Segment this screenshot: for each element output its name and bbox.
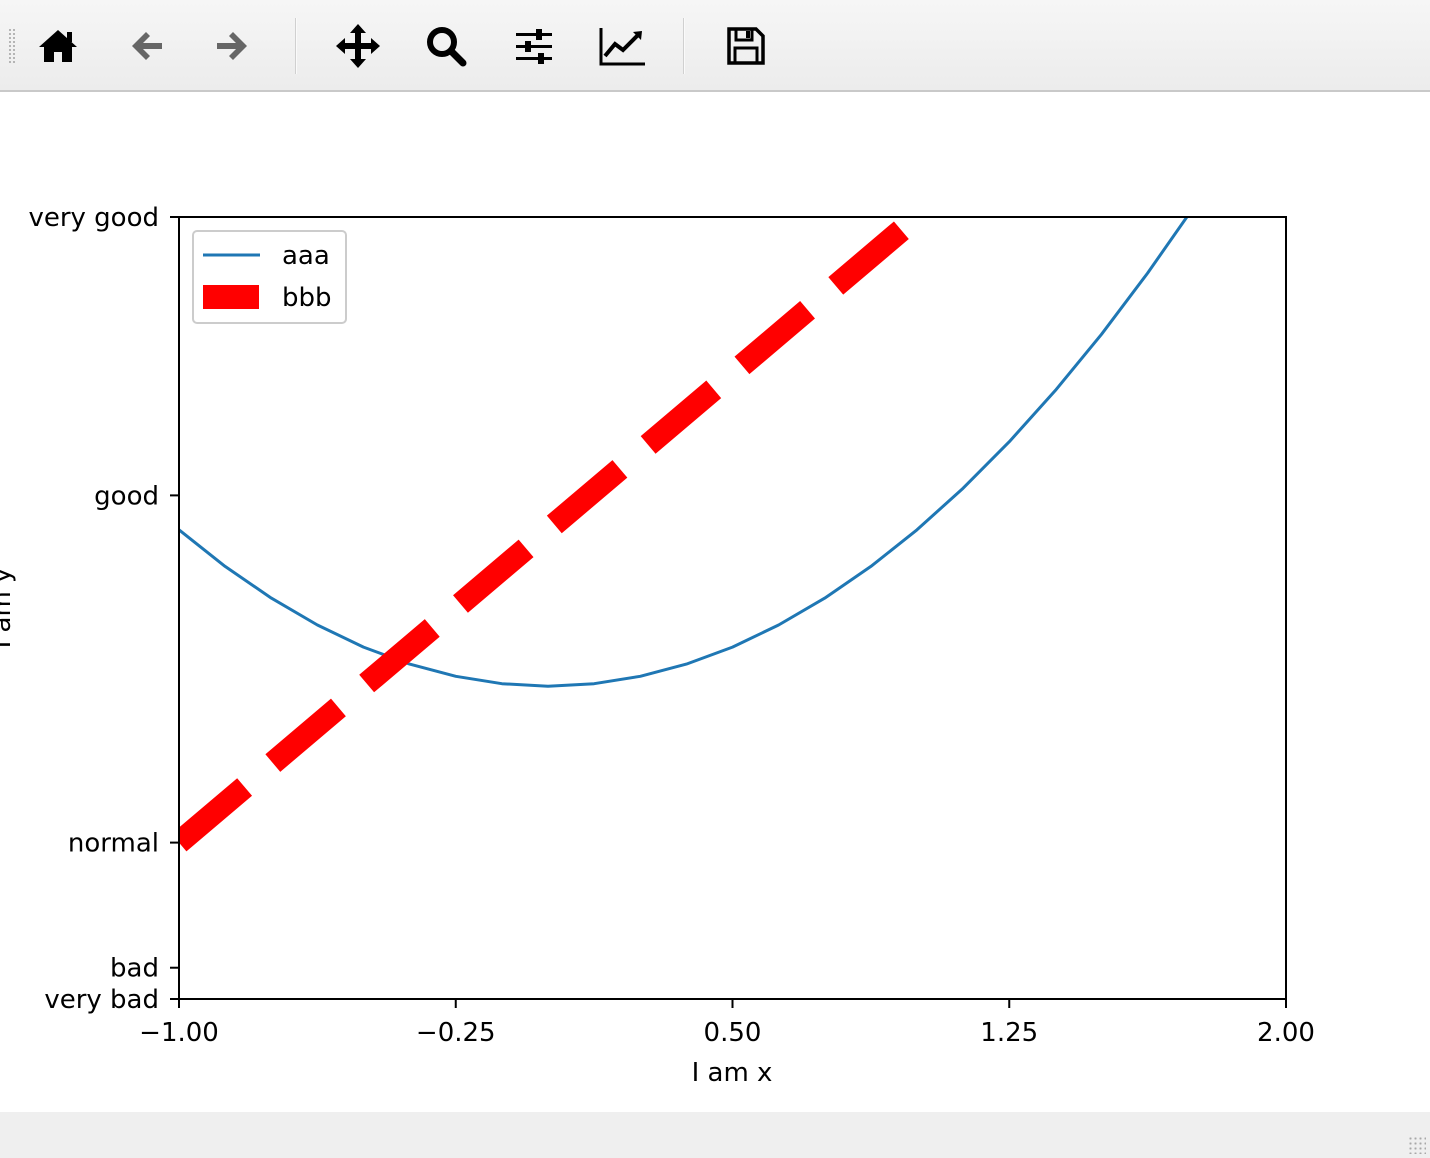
y-tick-label: good: [94, 481, 159, 511]
plot-area[interactable]: −1.00 −0.25 0.50 1.25 2.00 very badbad normal…: [0, 92, 1430, 1112]
y-tick-label: normal: [68, 829, 159, 859]
x-tick-label: 0.50: [704, 1018, 762, 1048]
y-tick-label: bad: [110, 954, 159, 984]
y-axis: very badbad normal good very good: [28, 203, 179, 1015]
x-axis-label: I am x: [692, 1058, 773, 1088]
figure-window: −1.00 −0.25 0.50 1.25 2.00 very bad bad normal…: [0, 0, 1430, 1158]
forward-button[interactable]: [205, 18, 261, 74]
resize-grip[interactable]: [1408, 1136, 1426, 1154]
y-tick-label: very bad: [44, 985, 159, 1015]
legend-label-aaa: aaa: [282, 241, 330, 271]
floppy-disk-icon: [727, 27, 765, 65]
axes-frame: [178, 216, 1287, 1000]
zoom-button[interactable]: [418, 18, 474, 74]
status-bar: [0, 1112, 1430, 1158]
toolbar-separator: [683, 18, 685, 74]
toolbar-separator: [295, 18, 297, 74]
x-tick-label: −0.25: [416, 1018, 496, 1048]
legend-label-bbb: bbb: [282, 283, 332, 313]
x-tick-label: 2.00: [1257, 1018, 1315, 1048]
pan-button[interactable]: [330, 18, 386, 74]
move-arrows-icon: [336, 24, 380, 68]
legend-handle-bbb: [203, 285, 259, 309]
arrow-right-icon: [217, 32, 247, 60]
home-button[interactable]: [30, 18, 86, 74]
toolbar-grip[interactable]: [8, 28, 16, 64]
y-axis-label: I am y: [0, 568, 17, 649]
back-button[interactable]: [118, 18, 174, 74]
legend[interactable]: aaa bbb: [192, 230, 347, 324]
x-tick-label: 1.25: [980, 1018, 1038, 1048]
sliders-icon: [516, 29, 552, 64]
configure-subplots-button[interactable]: [506, 18, 562, 74]
x-axis: −1.00 −0.25 0.50 1.25 2.00: [139, 999, 1315, 1048]
line-chart-icon: [599, 28, 645, 66]
edit-axis-button[interactable]: [594, 18, 650, 74]
navigation-toolbar: [0, 0, 1430, 92]
home-icon: [39, 30, 77, 62]
figure-canvas[interactable]: −1.00 −0.25 0.50 1.25 2.00 very bad bad normal…: [0, 92, 1430, 1112]
y-tick-label: very good: [28, 203, 159, 233]
arrow-left-icon: [132, 32, 162, 60]
x-tick-label: −1.00: [139, 1018, 219, 1048]
magnifier-icon: [427, 27, 467, 67]
save-button[interactable]: [718, 18, 774, 74]
